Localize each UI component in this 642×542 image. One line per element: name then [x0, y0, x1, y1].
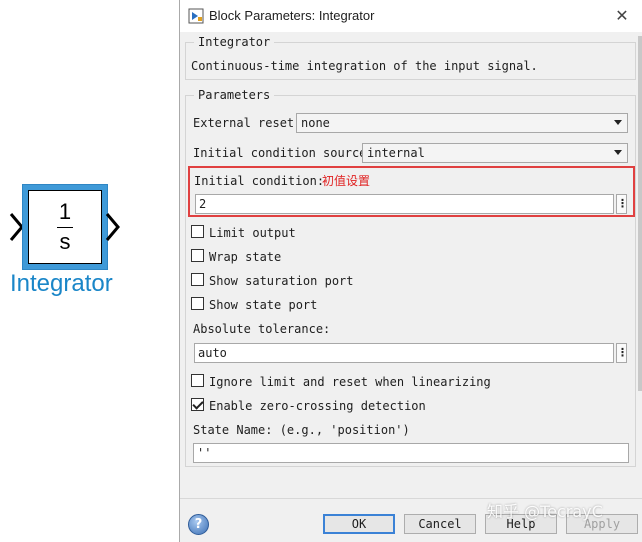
show-state-port-checkbox[interactable] [191, 297, 204, 310]
ic-source-dropdown[interactable]: internal [362, 143, 628, 163]
transfer-denominator: s [59, 229, 71, 254]
initial-condition-options-button[interactable]: ⋮ [616, 194, 628, 214]
dialog-titlebar[interactable]: Block Parameters: Integrator ✕ [180, 0, 642, 32]
absolute-tolerance-input[interactable]: auto [194, 343, 614, 363]
absolute-tolerance-label: Absolute tolerance: [193, 322, 331, 336]
dialog-title: Block Parameters: Integrator [209, 8, 375, 23]
block-name-label[interactable]: Integrator [10, 270, 120, 298]
simulink-block-icon [188, 8, 204, 24]
show-state-port-label: Show state port [209, 298, 318, 312]
absolute-tolerance-options-button[interactable]: ⋮ [616, 343, 628, 363]
integrator-block[interactable]: 1 s [22, 184, 108, 270]
initial-condition-annotation: 初值设置 [322, 174, 371, 188]
limit-output-checkbox[interactable] [191, 225, 204, 238]
external-reset-dropdown[interactable]: none [296, 113, 628, 133]
wrap-state-checkbox[interactable] [191, 249, 204, 262]
zero-crossing-checkbox[interactable] [191, 398, 204, 411]
ic-source-label: Initial condition source: [193, 146, 374, 160]
chevron-down-icon [614, 150, 622, 155]
block-parameters-dialog: Block Parameters: Integrator ✕ Integrato… [179, 0, 642, 542]
ignore-limit-checkbox[interactable] [191, 374, 204, 387]
block-description: Continuous-time integration of the input… [191, 59, 538, 73]
ignore-limit-label: Ignore limit and reset when linearizing [209, 375, 491, 389]
output-port-arrow [105, 213, 120, 241]
zero-crossing-label: Enable zero-crossing detection [209, 399, 426, 413]
show-saturation-port-label: Show saturation port [209, 274, 354, 288]
initial-condition-label: Initial condition: [194, 174, 325, 188]
transfer-numerator: 1 [58, 199, 72, 224]
initial-condition-input[interactable]: 2 [195, 194, 614, 214]
state-name-input[interactable]: '' [193, 443, 629, 463]
cancel-button[interactable]: Cancel [404, 514, 476, 534]
wrap-state-label: Wrap state [209, 250, 282, 264]
help-icon[interactable]: ? [188, 514, 209, 535]
fraction-bar [57, 227, 73, 228]
parameters-legend: Parameters [194, 88, 275, 102]
show-saturation-port-checkbox[interactable] [191, 273, 204, 286]
limit-output-label: Limit output [209, 226, 296, 240]
vertical-scrollbar[interactable] [638, 36, 642, 391]
ok-button[interactable]: OK [323, 514, 395, 534]
external-reset-label: External reset: [193, 116, 302, 130]
description-legend: Integrator [194, 35, 275, 49]
close-icon[interactable]: ✕ [612, 6, 632, 26]
model-canvas: 1 s Integrator [0, 0, 180, 542]
state-name-label: State Name: (e.g., 'position') [193, 423, 410, 437]
external-reset-value: none [301, 116, 330, 130]
watermark-text: 知乎 @TecrayC [487, 502, 603, 521]
ic-source-value: internal [367, 146, 425, 160]
chevron-down-icon [614, 120, 622, 125]
integrator-block-body[interactable]: 1 s [28, 190, 102, 264]
